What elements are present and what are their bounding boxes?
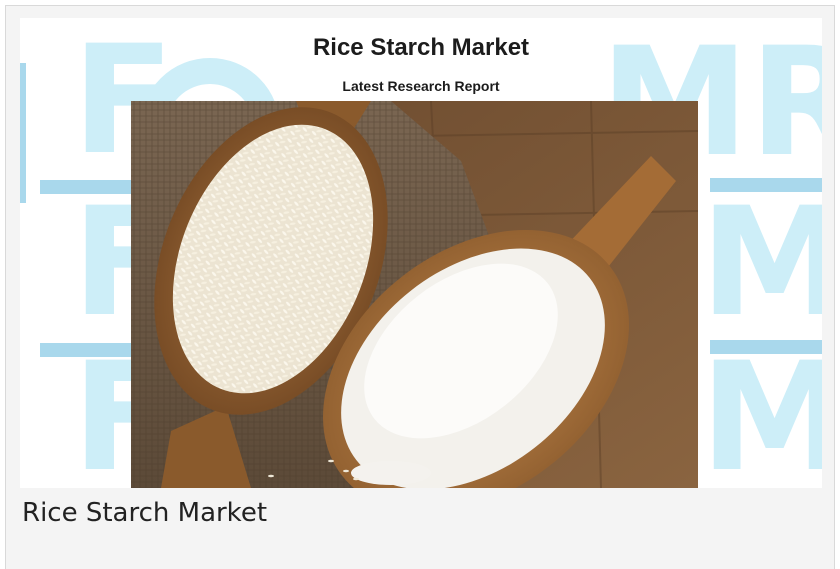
- report-banner[interactable]: F F F MR MR MR Rice Starch Market Latest…: [20, 18, 822, 488]
- watermark-stripe: [710, 178, 822, 192]
- watermark-letter: MR: [700, 331, 822, 488]
- banner-subtitle: Latest Research Report: [342, 78, 500, 94]
- product-photo: [131, 101, 698, 488]
- article-title-link[interactable]: Rice Starch Market: [22, 498, 267, 528]
- rice-scoops-illustration: [131, 101, 698, 488]
- watermark-stripe: [710, 340, 822, 354]
- watermark-letter: MR: [700, 176, 822, 350]
- banner-title: Rice Starch Market: [312, 34, 530, 61]
